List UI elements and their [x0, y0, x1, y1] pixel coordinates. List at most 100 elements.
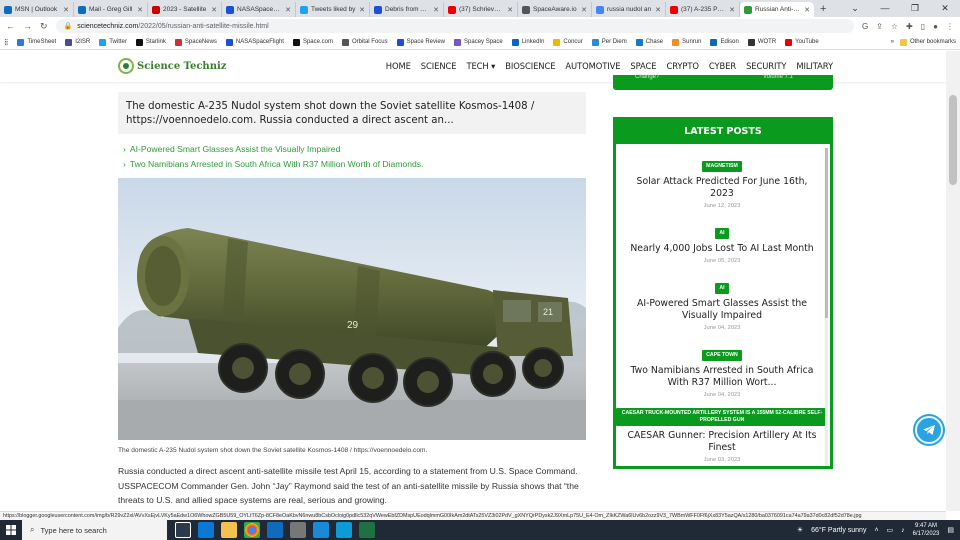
forward-icon[interactable]: → [23, 21, 32, 31]
tab-close-icon[interactable]: ✕ [285, 6, 291, 14]
tab-close-icon[interactable]: ✕ [655, 6, 661, 14]
tab-close-icon[interactable]: ✕ [507, 6, 513, 14]
tab-close-icon[interactable]: ✕ [433, 6, 439, 14]
post-title-link[interactable]: CAESAR Gunner: Precision Artillery At It… [616, 430, 828, 454]
bookmark-item[interactable]: Concur [553, 38, 583, 46]
apps-grid-icon[interactable]: ⣿ [4, 39, 8, 46]
post-category-badge[interactable]: AI [715, 283, 729, 294]
share-icon[interactable]: ⇪ [876, 22, 883, 31]
bookmark-item[interactable]: TimeSheet [17, 38, 56, 46]
outlook-icon[interactable] [267, 522, 283, 538]
calculator-icon[interactable] [290, 522, 306, 538]
menu-icon[interactable]: ⋮ [946, 22, 954, 31]
task-view-icon[interactable] [175, 522, 191, 538]
close-window-button[interactable]: ✕ [930, 0, 960, 17]
browser-tab[interactable]: (37) A-235 PL-19 ✕ [666, 2, 740, 17]
related-link[interactable]: › AI-Powered Smart Glasses Assist the Vis… [123, 144, 340, 154]
file-explorer-icon[interactable] [221, 522, 237, 538]
post-title-link[interactable]: Solar Attack Predicted For June 16th, 20… [616, 176, 828, 200]
taskbar-search[interactable]: ⌕ Type here to search [22, 520, 167, 540]
nav-item[interactable]: SPACE [630, 61, 656, 71]
address-bar[interactable]: 🔒 sciencetechniz.com/2022/05/russian-ant… [55, 19, 854, 33]
browser-tab[interactable]: Tweets liked by ✕ [296, 2, 370, 17]
bookmark-item[interactable]: I2ISR [65, 38, 90, 46]
volume-icon[interactable]: ♪ [901, 527, 905, 534]
browser-tab[interactable]: NASASpaceFlight✕ [222, 2, 296, 17]
sidebar-top-button-2[interactable]: Volume 7.1 [763, 74, 793, 80]
bookmark-item[interactable]: Twitter [99, 38, 127, 46]
store-icon[interactable] [198, 522, 214, 538]
widget-scrollbar[interactable] [825, 148, 828, 466]
browser-tab[interactable]: russia nudol an ✕ [592, 2, 666, 17]
post-title-link[interactable]: AI-Powered Smart Glasses Assist the Visu… [616, 298, 828, 322]
google-lens-icon[interactable]: G [862, 22, 868, 31]
tab-close-icon[interactable]: ✕ [359, 6, 365, 14]
related-link-text[interactable]: Two Namibians Arrested in South Africa W… [130, 159, 424, 169]
bookmark-item[interactable]: YouTube [785, 38, 819, 46]
bookmark-item[interactable]: Orbital Focus [341, 38, 388, 46]
excel-icon[interactable] [359, 522, 375, 538]
browser-tab[interactable]: (37) Schriever Sp✕ [444, 2, 518, 17]
new-tab-button[interactable]: + [814, 2, 832, 17]
bookmark-item[interactable]: WOTR [747, 38, 776, 46]
latest-post-item[interactable]: CAPE TOWN Two Namibians Arrested in South… [616, 343, 828, 398]
browser-tab[interactable]: Mail - Greg Gill ✕ [74, 2, 148, 17]
tab-close-icon[interactable]: ✕ [581, 6, 587, 14]
tray-overflow-icon[interactable]: ˄ [874, 527, 878, 534]
weather-text[interactable]: 66°F Partly sunny [811, 527, 866, 534]
post-title-link[interactable]: Two Namibians Arrested in South Africa W… [616, 365, 828, 389]
sidebar-top-button-1[interactable]: Change? [635, 74, 659, 80]
nav-item[interactable]: HOME [386, 61, 411, 71]
maximize-button[interactable]: ❐ [900, 0, 930, 17]
nav-item[interactable]: MILITARY [796, 61, 833, 71]
bookmark-item[interactable]: Spacey Space [454, 38, 503, 46]
browser-tab[interactable]: 2023 - Satellite ✕ [148, 2, 222, 17]
bookmark-item[interactable]: Edison [710, 38, 739, 46]
chrome-icon[interactable] [244, 522, 260, 538]
bookmark-star-icon[interactable]: ☆ [891, 22, 898, 31]
sidepanel-icon[interactable]: ▯ [921, 22, 925, 31]
taskbar-clock[interactable]: 9:47 AM 6/17/2023 [913, 522, 940, 538]
tab-close-icon[interactable]: ✕ [211, 6, 217, 14]
nav-item[interactable]: BIOSCIENCE [505, 61, 555, 71]
notification-icon[interactable]: ▤ [947, 526, 954, 534]
profile-avatar[interactable]: ● [933, 22, 938, 31]
photos-icon[interactable] [313, 522, 329, 538]
bookmark-item[interactable]: Starlink [135, 38, 166, 46]
minimize-button[interactable]: — [870, 0, 900, 17]
tab-search-icon[interactable]: ⌄ [840, 0, 870, 17]
bookmark-item[interactable]: Space Review [396, 38, 445, 46]
telegram-share-button[interactable] [915, 416, 943, 444]
bookmark-item[interactable]: Chase [635, 38, 663, 46]
latest-post-item[interactable]: CAESAR TRUCK-MOUNTED ARTILLERY SYSTEM IS… [616, 408, 828, 463]
browser-tab[interactable]: Debris from ASA ✕ [370, 2, 444, 17]
post-category-badge[interactable]: CAPE TOWN [702, 350, 742, 361]
post-category-badge[interactable]: MAGNETISM [702, 161, 742, 172]
start-button[interactable] [0, 520, 22, 540]
other-bookmarks-folder[interactable]: Other bookmarks [899, 38, 956, 46]
browser-tab[interactable]: MSN | Outlook ✕ [0, 2, 74, 17]
edge-icon[interactable] [336, 522, 352, 538]
post-category-badge[interactable]: AI [715, 228, 729, 239]
page-scrollbar[interactable] [946, 51, 960, 511]
nav-item[interactable]: CYBER [709, 61, 736, 71]
nav-item[interactable]: SECURITY [746, 61, 786, 71]
bookmark-item[interactable]: Sunrun [672, 38, 701, 46]
post-category-badge[interactable]: CAESAR TRUCK-MOUNTED ARTILLERY SYSTEM IS… [616, 408, 828, 426]
tab-close-icon[interactable]: ✕ [137, 6, 143, 14]
related-link[interactable]: › Two Namibians Arrested in South Africa … [123, 159, 423, 169]
bookmark-item[interactable]: Space.com [292, 38, 333, 46]
bookmark-item[interactable]: LinkedIn [511, 38, 544, 46]
tab-close-icon[interactable]: ✕ [63, 6, 69, 14]
nav-item[interactable]: TECH ▾ [466, 61, 495, 71]
bookmark-item[interactable]: Per Diem [591, 38, 627, 46]
nav-item[interactable]: SCIENCE [421, 61, 457, 71]
tab-close-icon[interactable]: ✕ [804, 6, 810, 14]
latest-post-item[interactable]: MAGNETISM Solar Attack Predicted For June… [616, 154, 828, 209]
post-title-link[interactable]: Nearly 4,000 Jobs Lost To AI Last Month [616, 243, 828, 255]
back-icon[interactable]: ← [6, 21, 15, 31]
latest-post-item[interactable]: AI AI-Powered Smart Glasses Assist the Vi… [616, 276, 828, 331]
bookmark-item[interactable]: NASASpaceFlight [225, 38, 284, 46]
browser-tab[interactable]: SpaceAware.io ✕ [518, 2, 592, 17]
extensions-icon[interactable]: ✚ [906, 22, 913, 31]
